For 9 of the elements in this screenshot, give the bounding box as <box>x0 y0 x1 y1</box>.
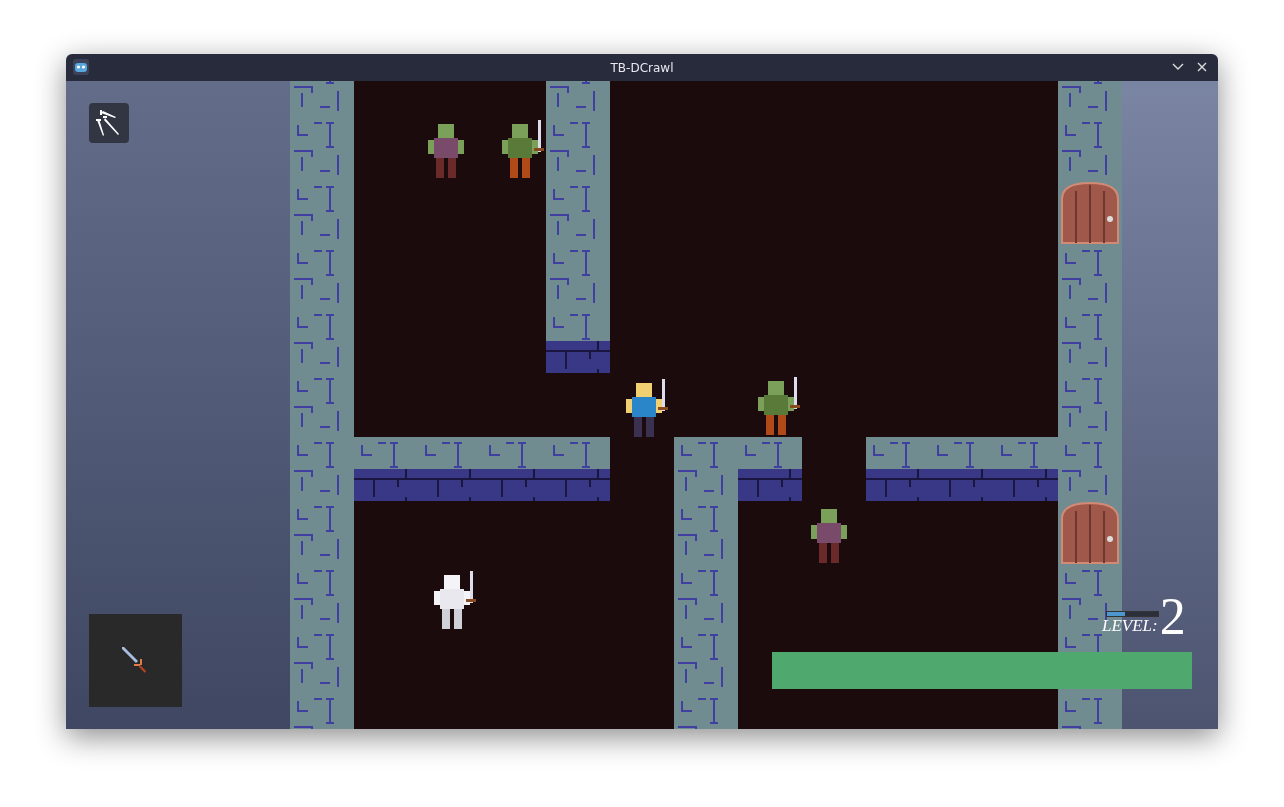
skill-button[interactable] <box>89 103 129 143</box>
window-title: TB-DCrawl <box>610 59 674 77</box>
app-icon <box>72 58 90 76</box>
door <box>1061 502 1119 564</box>
chevron-down-icon <box>1172 63 1184 71</box>
door <box>1061 182 1119 244</box>
level-number: 2 <box>1159 596 1186 638</box>
level-label: LEVEL: <box>1102 616 1158 634</box>
close-icon <box>1197 62 1207 72</box>
